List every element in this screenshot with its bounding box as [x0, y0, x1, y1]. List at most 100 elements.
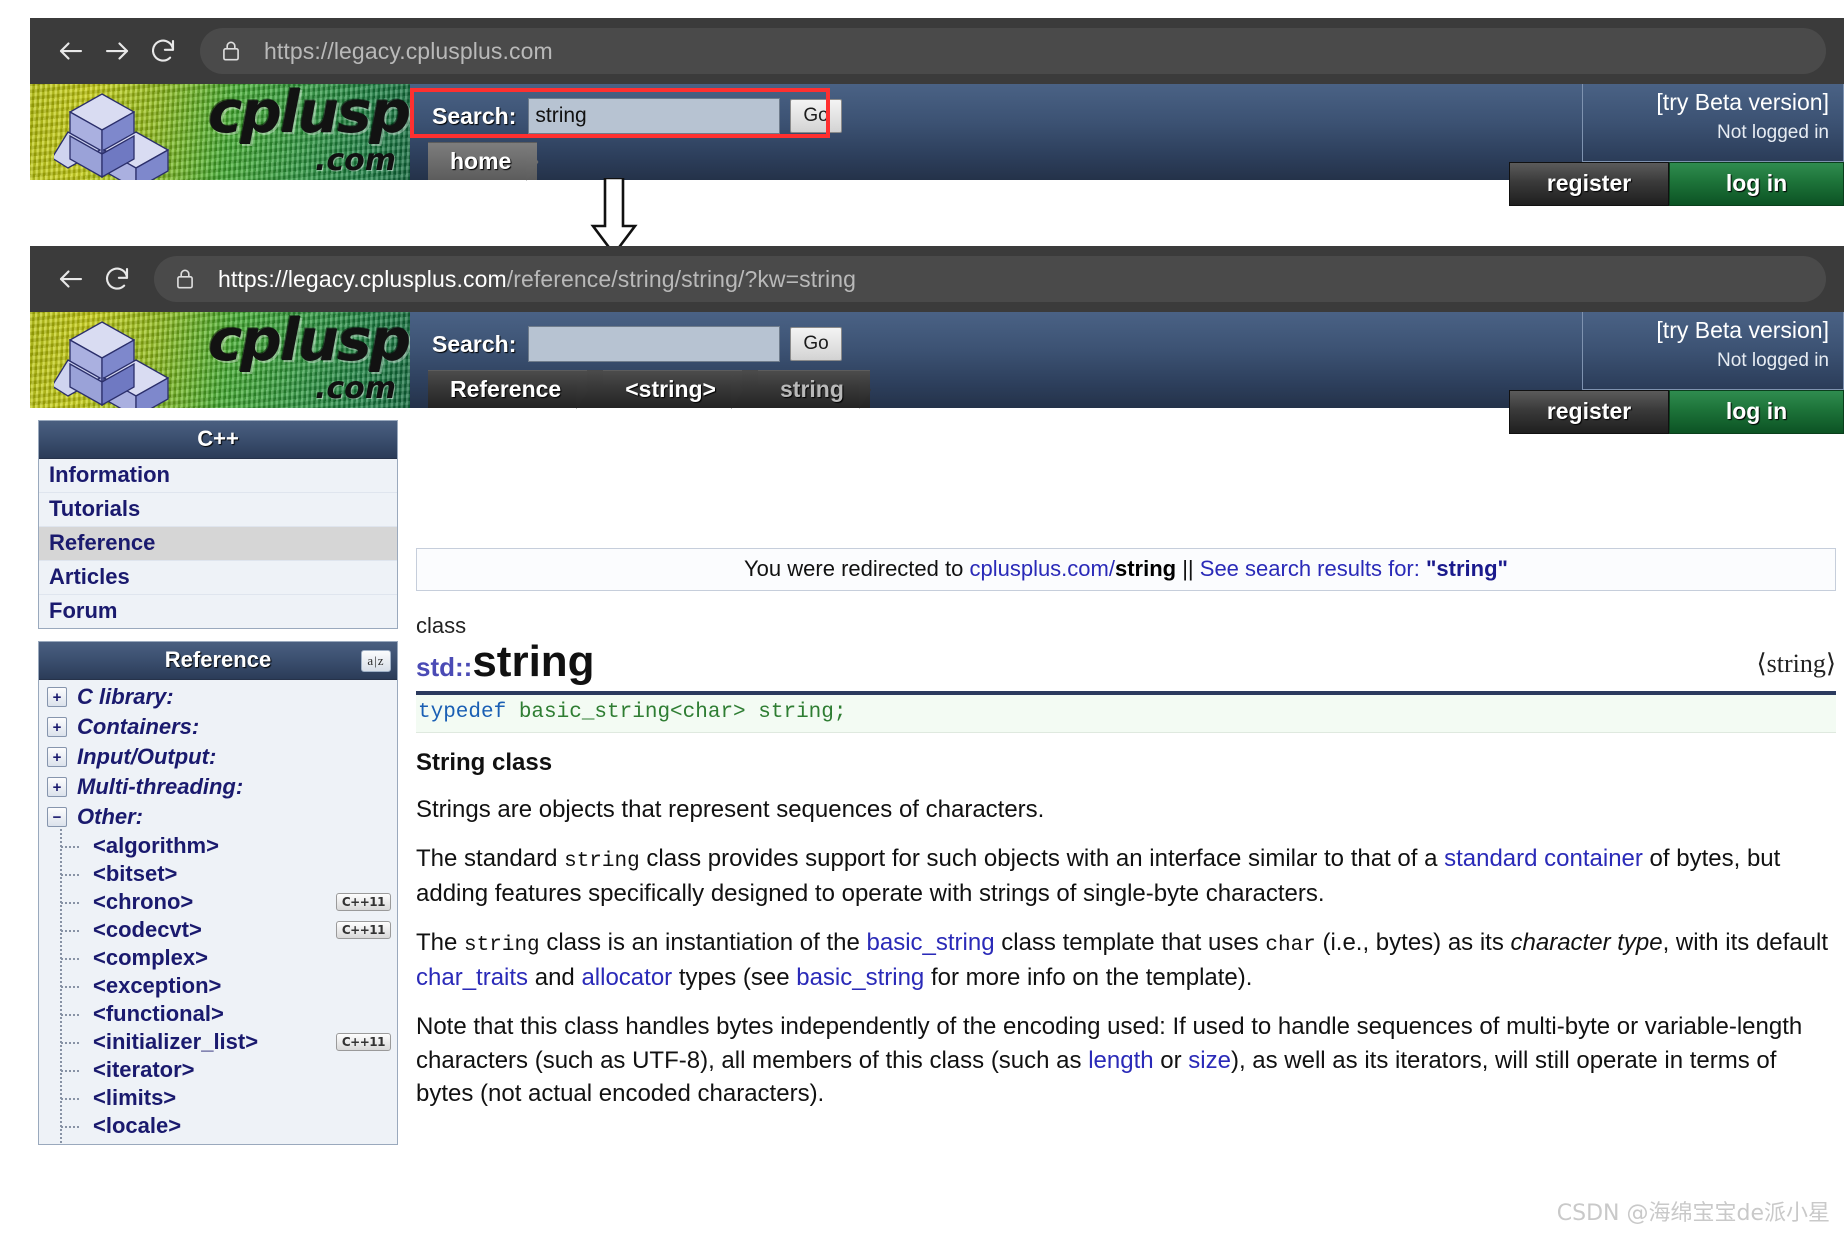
list-item[interactable]: <functional>: [39, 997, 397, 1031]
sort-az-icon[interactable]: a|z: [361, 649, 391, 672]
paragraph-2: The standard string class provides suppo…: [416, 845, 1781, 908]
page-title: std::string: [416, 637, 595, 686]
tree-category-label: Input/Output:: [77, 744, 217, 769]
cpp-menu-list: Information Tutorials Reference Articles…: [39, 459, 397, 628]
sidebar-item-forum[interactable]: Forum: [39, 595, 397, 628]
login-button-top[interactable]: log in: [1669, 162, 1844, 206]
csdn-watermark: CSDN @海绵宝宝de派小星: [1556, 1201, 1830, 1226]
go-button-bottom[interactable]: Go: [790, 327, 842, 361]
inline-link[interactable]: size: [1188, 1047, 1231, 1074]
see-results-link[interactable]: See search results for:: [1200, 556, 1426, 581]
list-item[interactable]: <complex>: [39, 941, 397, 975]
tree-item-chrono[interactable]: <chrono>: [93, 889, 193, 915]
forward-button-top[interactable]: [94, 28, 140, 74]
sidebar-item-reference[interactable]: Reference: [39, 527, 397, 561]
tree-item-limits[interactable]: <limits>: [93, 1085, 176, 1111]
reload-button-top[interactable]: [140, 28, 186, 74]
inline-link[interactable]: standard container: [1444, 845, 1643, 872]
tree-branch-icon: [57, 913, 87, 947]
tree-item-exception[interactable]: <exception>: [93, 973, 221, 999]
browser-window-bottom: https://legacy.cplusplus.com/reference/s…: [30, 246, 1844, 312]
entity-kind: class: [416, 613, 467, 638]
search-input-bottom[interactable]: [528, 326, 781, 362]
address-bar-url-top: https://legacy.cplusplus.com: [264, 37, 553, 64]
back-button-bottom[interactable]: [48, 256, 94, 302]
breadcrumb-item-string-header[interactable]: <string>: [603, 370, 742, 408]
address-bar-bottom[interactable]: https://legacy.cplusplus.com/reference/s…: [154, 256, 1826, 302]
list-item[interactable]: <iterator>: [39, 1053, 397, 1087]
tree-category-input-output[interactable]: + Input/Output:: [39, 742, 397, 772]
tree-branch-icon: [57, 969, 87, 1003]
redirect-link[interactable]: cplusplus.com/string: [969, 556, 1176, 581]
paragraph-4: Note that this class handles bytes indep…: [416, 1013, 1803, 1107]
reference-panel-title: Reference: [164, 647, 272, 672]
inline-link[interactable]: allocator: [581, 964, 672, 991]
breadcrumb-item-string[interactable]: string: [758, 370, 870, 408]
expand-plus-icon[interactable]: +: [47, 687, 67, 707]
tree-item-locale[interactable]: <locale>: [93, 1113, 181, 1139]
inline-link[interactable]: basic_string: [796, 964, 924, 991]
address-bar-top[interactable]: https://legacy.cplusplus.com: [200, 28, 1826, 74]
tree-item-bitset[interactable]: <bitset>: [93, 861, 177, 887]
auth-buttons-top: register log in: [1509, 162, 1844, 206]
expand-plus-icon[interactable]: +: [47, 777, 67, 797]
reference-tree: + C library: + Containers: + Input/Outpu…: [39, 680, 397, 1144]
register-button-top[interactable]: register: [1509, 162, 1669, 206]
tree-item-complex[interactable]: <complex>: [93, 945, 208, 971]
inline-code: string: [464, 934, 540, 958]
tree-category-c-library[interactable]: + C library:: [39, 682, 397, 712]
breadcrumb-bottom: Reference <string> string: [428, 370, 870, 408]
tree-branch-icon: [57, 885, 87, 919]
breadcrumb-item-reference[interactable]: Reference: [428, 370, 588, 408]
list-item[interactable]: <codecvt> C++11: [39, 913, 397, 947]
list-item[interactable]: <algorithm>: [39, 829, 397, 863]
inline-link[interactable]: char_traits: [416, 964, 528, 991]
sidebar-item-information[interactable]: Information: [39, 459, 397, 493]
expand-plus-icon[interactable]: +: [47, 717, 67, 737]
list-item[interactable]: <initializer_list> C++11: [39, 1025, 397, 1059]
tree-category-multi-threading[interactable]: + Multi-threading:: [39, 772, 397, 802]
browser-toolbar-top: https://legacy.cplusplus.com: [30, 18, 1844, 84]
breadcrumb-item-home[interactable]: home: [428, 142, 538, 180]
site-wordmark-bottom: cplusplus: [208, 312, 410, 374]
cpp11-badge: C++11: [335, 921, 391, 939]
list-item[interactable]: <locale>: [39, 1109, 397, 1143]
tree-item-initializer-list[interactable]: <initializer_list>: [93, 1029, 258, 1055]
redirect-link-text: cplusplus.com/: [969, 556, 1115, 581]
cpp-panel-title: C++: [39, 421, 397, 459]
site-logo-top[interactable]: cplusplus .com: [30, 84, 410, 180]
tree-item-iterator[interactable]: <iterator>: [93, 1057, 195, 1083]
tree-item-algorithm[interactable]: <algorithm>: [93, 833, 219, 859]
back-button-top[interactable]: [48, 28, 94, 74]
collapse-minus-icon[interactable]: −: [47, 807, 67, 827]
tree-branch-icon: [57, 997, 87, 1031]
tree-category-containers[interactable]: + Containers:: [39, 712, 397, 742]
emphasis: character type: [1510, 929, 1663, 957]
tree-branch-icon: [57, 941, 87, 975]
reload-button-bottom[interactable]: [94, 256, 140, 302]
sidebar: C++ Information Tutorials Reference Arti…: [30, 412, 402, 1212]
sidebar-item-articles[interactable]: Articles: [39, 561, 397, 595]
tree-item-functional[interactable]: <functional>: [93, 1001, 224, 1027]
inline-link[interactable]: length: [1088, 1047, 1153, 1074]
beta-version-link-top[interactable]: [try Beta version]: [1597, 89, 1829, 116]
section-title: String class: [416, 749, 553, 777]
redirect-separator: ||: [1176, 556, 1200, 581]
tree-category-label: C library:: [77, 684, 174, 709]
list-item[interactable]: <exception>: [39, 969, 397, 1003]
site-logo-bottom[interactable]: cplusplus .com: [30, 312, 410, 408]
beta-box-bottom: [try Beta version] Not logged in: [1582, 312, 1844, 390]
sidebar-item-tutorials[interactable]: Tutorials: [39, 493, 397, 527]
expand-plus-icon[interactable]: +: [47, 747, 67, 767]
beta-version-link-bottom[interactable]: [try Beta version]: [1597, 317, 1829, 344]
search-highlight-box: [410, 88, 830, 138]
list-item[interactable]: <bitset>: [39, 857, 397, 891]
list-item[interactable]: <chrono> C++11: [39, 885, 397, 919]
tree-item-codecvt[interactable]: <codecvt>: [93, 917, 202, 943]
tree-category-other[interactable]: − Other:: [39, 802, 397, 832]
lock-icon: [220, 39, 242, 63]
inline-link[interactable]: basic_string: [867, 929, 995, 956]
title-name: string: [472, 637, 595, 686]
site-header-top: cplusplus .com Search: Go [try Beta vers…: [30, 84, 1844, 206]
list-item[interactable]: <limits>: [39, 1081, 397, 1115]
